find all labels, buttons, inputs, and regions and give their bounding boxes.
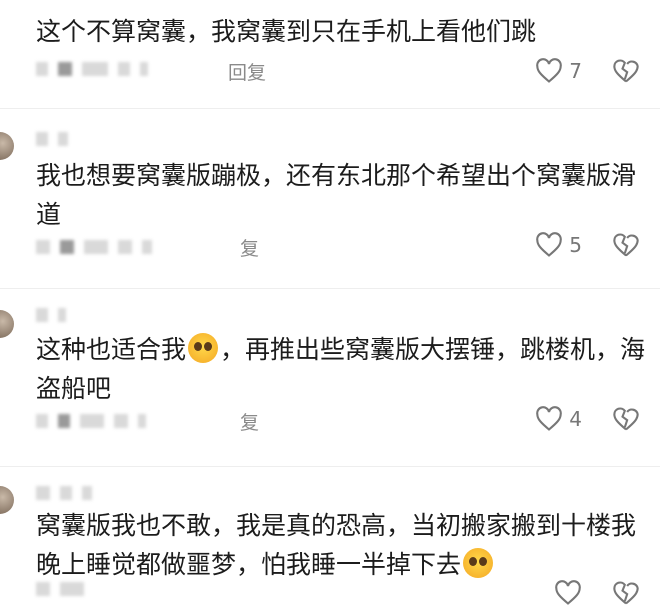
- avatar: [0, 132, 14, 160]
- heart-icon[interactable]: [554, 580, 582, 606]
- heart-icon: [536, 58, 563, 83]
- like-button[interactable]: 4: [535, 406, 582, 432]
- broken-heart-icon[interactable]: [612, 406, 640, 432]
- comment-meta: [36, 62, 148, 76]
- like-count: 4: [569, 407, 582, 431]
- like-count: 7: [569, 59, 582, 83]
- heart-icon: [536, 406, 563, 431]
- like-button[interactable]: 7: [535, 58, 582, 84]
- reply-button[interactable]: 回复: [228, 58, 266, 85]
- comment-meta: [36, 414, 146, 428]
- comment-text: 窝囊版我也不敢，我是真的恐高，当初搬家搬到十楼我晚上睡觉都做噩梦，怕我睡一半掉下…: [36, 511, 637, 579]
- heart-icon: [536, 232, 563, 257]
- comment-4: 窝囊版我也不敢，我是真的恐高，当初搬家搬到十楼我晚上睡觉都做噩梦，怕我睡一半掉下…: [0, 476, 660, 605]
- comment-3: 这种也适合我 ，再推出些窝囊版大摆锤，跳楼机，海盗船吧 复 4: [0, 296, 660, 466]
- comment-text: 这种也适合我 ，再推出些窝囊版大摆锤，跳楼机，海盗船吧: [36, 333, 646, 403]
- comment-meta: [36, 240, 152, 254]
- crying-face-emoji: [463, 548, 494, 578]
- comment-text: 这个不算窝囊，我窝囊到只在手机上看他们跳: [36, 17, 537, 46]
- like-count: 5: [569, 233, 582, 257]
- broken-heart-icon[interactable]: [612, 580, 640, 606]
- comment-text: 我也想要窝囊版蹦极，还有东北那个希望出个窝囊版滑道: [36, 161, 637, 229]
- commenter-name: [36, 486, 92, 500]
- comment-2: 我也想要窝囊版蹦极，还有东北那个希望出个窝囊版滑道 复 5: [0, 118, 660, 288]
- avatar: [0, 310, 14, 338]
- commenter-name: [36, 308, 66, 322]
- broken-heart-icon[interactable]: [612, 58, 640, 84]
- reply-button[interactable]: 复: [240, 234, 259, 261]
- divider: [0, 466, 660, 467]
- like-button[interactable]: 5: [535, 232, 582, 258]
- commenter-name: [36, 132, 68, 146]
- divider: [0, 108, 660, 109]
- pleading-face-emoji: [188, 333, 219, 363]
- avatar: [0, 486, 14, 514]
- reply-button[interactable]: 复: [240, 408, 259, 435]
- comment-1: 这个不算窝囊，我窝囊到只在手机上看他们跳 回复 7: [0, 0, 660, 100]
- broken-heart-icon[interactable]: [612, 232, 640, 258]
- divider: [0, 288, 660, 289]
- comment-meta: [36, 582, 84, 596]
